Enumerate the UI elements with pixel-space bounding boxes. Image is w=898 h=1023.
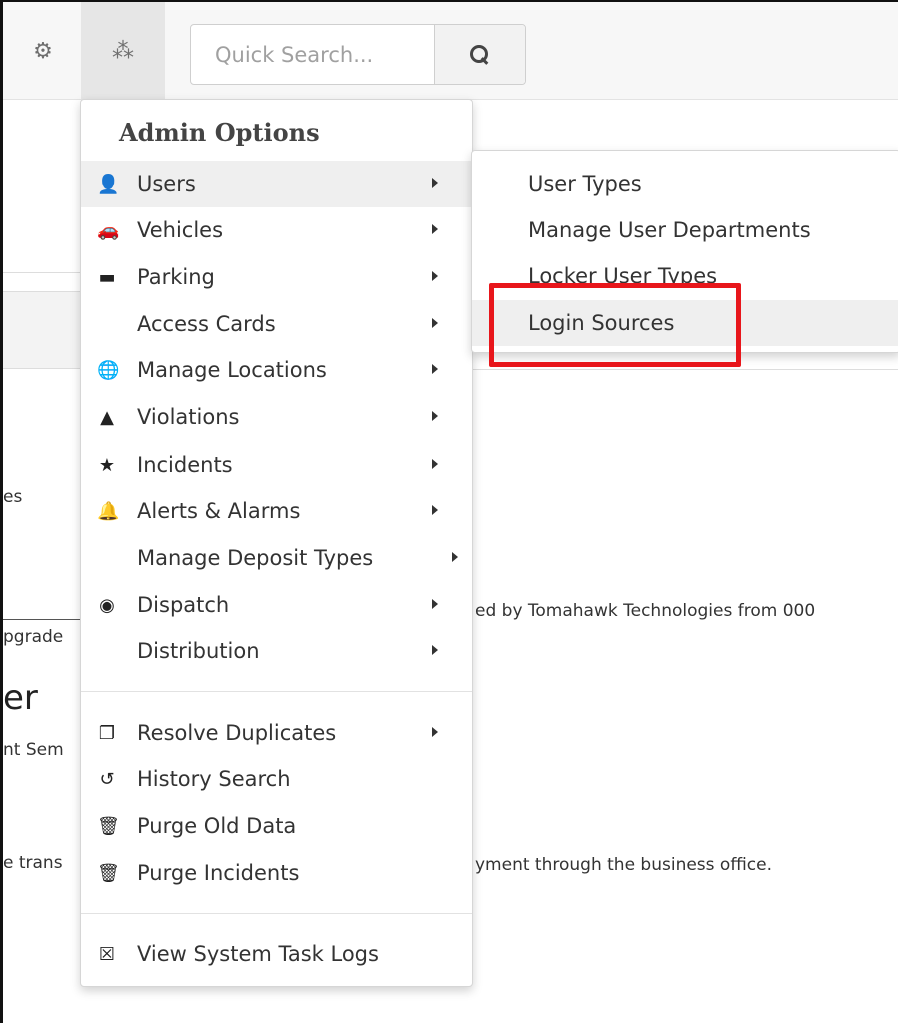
menu-item-incidents[interactable]: ★ Incidents [81,442,472,488]
calendar-x-icon: ☒ [98,943,116,965]
users-submenu: User Types Manage User Departments Locke… [471,150,898,353]
menu-item-access-cards[interactable]: Access Cards [81,301,472,347]
submenu-item-manage-user-departments[interactable]: Manage User Departments [472,207,898,253]
menu-item-users[interactable]: 👤 Users [81,161,472,207]
menu-divider [81,913,472,914]
menu-item-view-system-task-logs[interactable]: ☒ View System Task Logs [81,931,472,977]
trash-icon: 🗑 [97,815,120,837]
caret-right-icon [432,271,438,281]
page-heading-fragment: er [3,678,38,718]
menu-item-manage-deposit-types[interactable]: Manage Deposit Types [81,535,472,581]
warning-icon: ▲ [100,406,114,428]
submenu-item-login-sources[interactable]: Login Sources [472,300,898,346]
menu-item-purge-incidents[interactable]: 🗑 Purge Incidents [81,850,472,896]
cubes-icon: ⁂ [112,38,134,64]
podcast-icon: ◉ [99,594,115,616]
menu-item-distribution[interactable]: Distribution [81,628,472,674]
menu-item-history-search[interactable]: ↺ History Search [81,756,472,802]
caret-right-icon [452,552,458,562]
settings-nav-button[interactable]: ⚙ [6,2,80,100]
quick-search-input[interactable] [191,25,434,84]
caret-right-icon [432,727,438,737]
user-icon: 👤 [97,173,120,195]
menu-item-vehicles[interactable]: 🚗 Vehicles [81,207,472,253]
parking-icon: ▬ [98,266,116,288]
menu-divider [81,691,472,692]
caret-right-icon [432,364,438,374]
history-icon: ↺ [99,768,115,790]
admin-options-nav-button[interactable]: ⁂ [81,2,165,100]
admin-options-menu: Admin Options 👤 Users 🚗 Vehicles ▬ Parki… [80,99,473,987]
trash-icon: 🗑 [97,862,120,884]
page-text-fragment: nt Sem [3,740,64,760]
page-text-fragment: es [3,487,23,507]
globe-icon: 🌐 [97,359,120,381]
copy-icon: ❐ [98,722,116,744]
menu-item-parking[interactable]: ▬ Parking [81,254,472,300]
search-icon [470,44,490,65]
menu-item-alerts-alarms[interactable]: 🔔 Alerts & Alarms [81,488,472,534]
page-section-band [3,291,80,369]
caret-right-icon [432,459,438,469]
star-icon: ★ [98,454,116,476]
menu-header: Admin Options [119,118,320,147]
caret-right-icon [432,411,438,421]
page-text-fragment: yment through the business office. [475,855,772,875]
menu-item-manage-locations[interactable]: 🌐 Manage Locations [81,347,472,393]
quick-search-button[interactable] [434,25,525,84]
caret-right-icon [432,318,438,328]
menu-item-violations[interactable]: ▲ Violations [81,394,472,440]
page-text-fragment: pgrade [3,627,64,647]
caret-right-icon [432,645,438,655]
caret-right-icon [432,599,438,609]
page-divider [473,369,898,370]
caret-right-icon [432,505,438,515]
top-navbar: ⚙ ⁂ [3,2,898,100]
page-rule [3,619,80,620]
bell-icon: 🔔 [97,500,120,522]
quick-search [190,24,526,85]
page-text-fragment: ed by Tomahawk Technologies from 000 [475,601,816,621]
menu-item-resolve-duplicates[interactable]: ❐ Resolve Duplicates [81,710,472,756]
submenu-item-locker-user-types[interactable]: Locker User Types [472,253,898,299]
gears-icon: ⚙ [33,38,53,64]
page-divider [3,272,80,273]
caret-right-icon [432,224,438,234]
menu-item-purge-old-data[interactable]: 🗑 Purge Old Data [81,803,472,849]
menu-item-dispatch[interactable]: ◉ Dispatch [81,582,472,628]
caret-right-icon [432,178,438,188]
submenu-item-user-types[interactable]: User Types [472,161,898,207]
car-icon: 🚗 [97,219,120,241]
page-text-fragment: e trans [3,853,63,873]
